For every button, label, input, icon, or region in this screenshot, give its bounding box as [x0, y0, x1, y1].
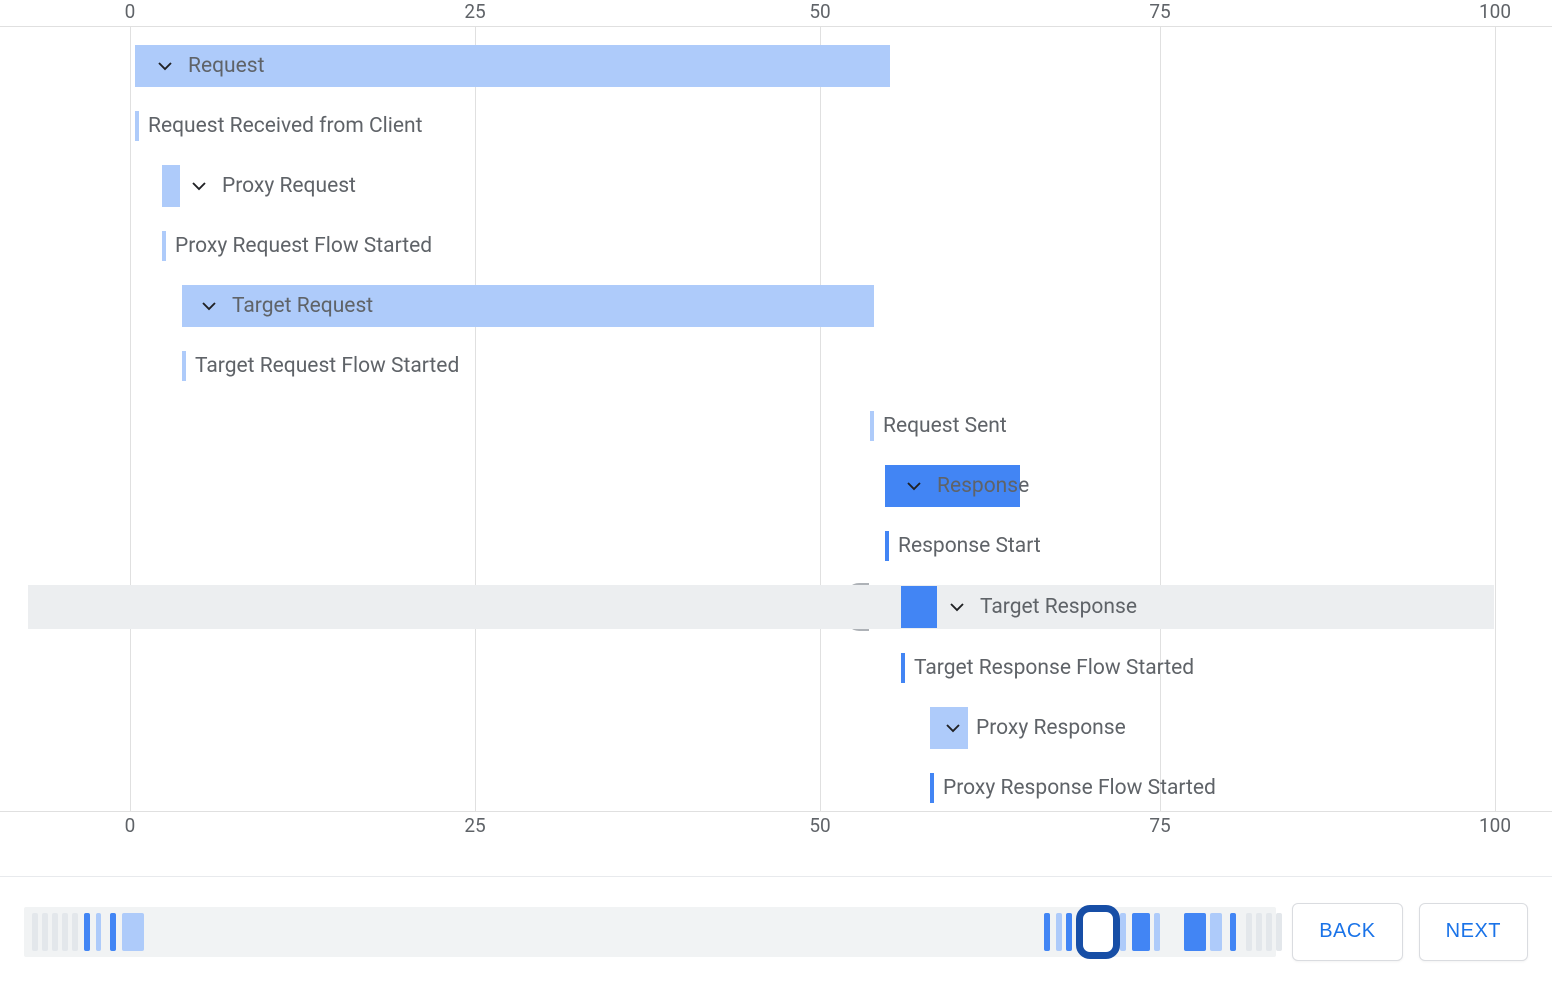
axis-tick: 25	[464, 0, 485, 23]
axis-top: 0 25 50 75 100	[0, 0, 1552, 24]
chevron-down-icon[interactable]	[944, 719, 962, 737]
axis-tick: 50	[809, 0, 830, 23]
bar-tick	[870, 411, 874, 441]
row-text: Proxy Request Flow Started	[175, 234, 432, 258]
axis-bottom: 0 25 50 75 100	[0, 814, 1552, 838]
chevron-down-icon[interactable]	[190, 177, 208, 195]
row-request-sent[interactable]: Request Sent	[0, 405, 1552, 447]
bar-target-response	[901, 586, 937, 628]
axis-tick: 0	[125, 814, 136, 837]
scrubber-handle[interactable]	[1076, 905, 1120, 959]
row-proxy-request[interactable]: Proxy Request	[0, 165, 1552, 207]
row-target-response-flow[interactable]: Target Response Flow Started	[0, 647, 1552, 689]
timeline-chart: 0 25 50 75 100 Request Request Received …	[0, 0, 1552, 890]
row-text: Target Request Flow Started	[195, 354, 459, 378]
row-label: Proxy Request	[190, 165, 356, 207]
row-label: Proxy Request Flow Started	[175, 225, 432, 267]
row-target-response[interactable]: Target Response	[28, 585, 1494, 629]
row-text: Response	[937, 474, 1029, 498]
row-label: Target Request	[200, 285, 373, 327]
bar-tick	[162, 231, 166, 261]
row-label: Proxy Response	[944, 707, 1126, 749]
row-response[interactable]: Response	[0, 465, 1552, 507]
bar-proxy-request	[162, 165, 180, 207]
row-text: Proxy Request	[222, 174, 356, 198]
row-text: Target Request	[232, 294, 373, 318]
bar-tick	[182, 351, 186, 381]
plot-area: Request Request Received from Client Pro…	[0, 26, 1552, 812]
row-label: Target Response Flow Started	[914, 647, 1194, 689]
chevron-down-icon[interactable]	[905, 477, 923, 495]
footer: BACK NEXT	[0, 876, 1552, 986]
axis-tick: 100	[1479, 0, 1511, 23]
row-text: Target Response Flow Started	[914, 656, 1194, 680]
bar-tick	[135, 111, 139, 141]
row-proxy-request-flow[interactable]: Proxy Request Flow Started	[0, 225, 1552, 267]
bar-tick	[901, 653, 905, 683]
row-label: Response	[905, 465, 1029, 507]
chevron-down-icon[interactable]	[948, 598, 966, 616]
overview-scrubber[interactable]	[24, 907, 1276, 957]
row-text: Response Start	[898, 534, 1041, 558]
axis-tick: 25	[464, 814, 485, 837]
row-label: Request	[156, 45, 264, 87]
row-label: Proxy Response Flow Started	[943, 767, 1216, 809]
row-text: Proxy Response	[976, 716, 1126, 740]
row-text: Target Response	[980, 595, 1137, 619]
axis-tick: 75	[1149, 0, 1170, 23]
row-proxy-response-flow[interactable]: Proxy Response Flow Started	[0, 767, 1552, 809]
next-button[interactable]: NEXT	[1419, 903, 1528, 961]
row-label: Response Start	[898, 525, 1041, 567]
chevron-down-icon[interactable]	[156, 57, 174, 75]
axis-tick: 75	[1149, 814, 1170, 837]
row-label: Target Request Flow Started	[195, 345, 459, 387]
row-text: Request Received from Client	[148, 114, 422, 138]
axis-tick: 100	[1479, 814, 1511, 837]
bar-tick	[930, 773, 934, 803]
row-label: Request Received from Client	[148, 105, 422, 147]
row-request[interactable]: Request	[0, 45, 1552, 87]
row-response-start[interactable]: Response Start	[0, 525, 1552, 567]
axis-tick: 0	[125, 0, 136, 23]
row-text: Request Sent	[883, 414, 1007, 438]
row-target-request-flow[interactable]: Target Request Flow Started	[0, 345, 1552, 387]
row-label: Request Sent	[883, 405, 1007, 447]
row-request-received[interactable]: Request Received from Client	[0, 105, 1552, 147]
axis-tick: 50	[809, 814, 830, 837]
chevron-down-icon[interactable]	[200, 297, 218, 315]
row-label: Target Response	[948, 586, 1137, 628]
row-text: Request	[188, 54, 264, 78]
row-proxy-response[interactable]: Proxy Response	[0, 707, 1552, 749]
back-button[interactable]: BACK	[1292, 903, 1402, 961]
row-target-request[interactable]: Target Request	[0, 285, 1552, 327]
bar-tick	[885, 531, 889, 561]
row-text: Proxy Response Flow Started	[943, 776, 1216, 800]
